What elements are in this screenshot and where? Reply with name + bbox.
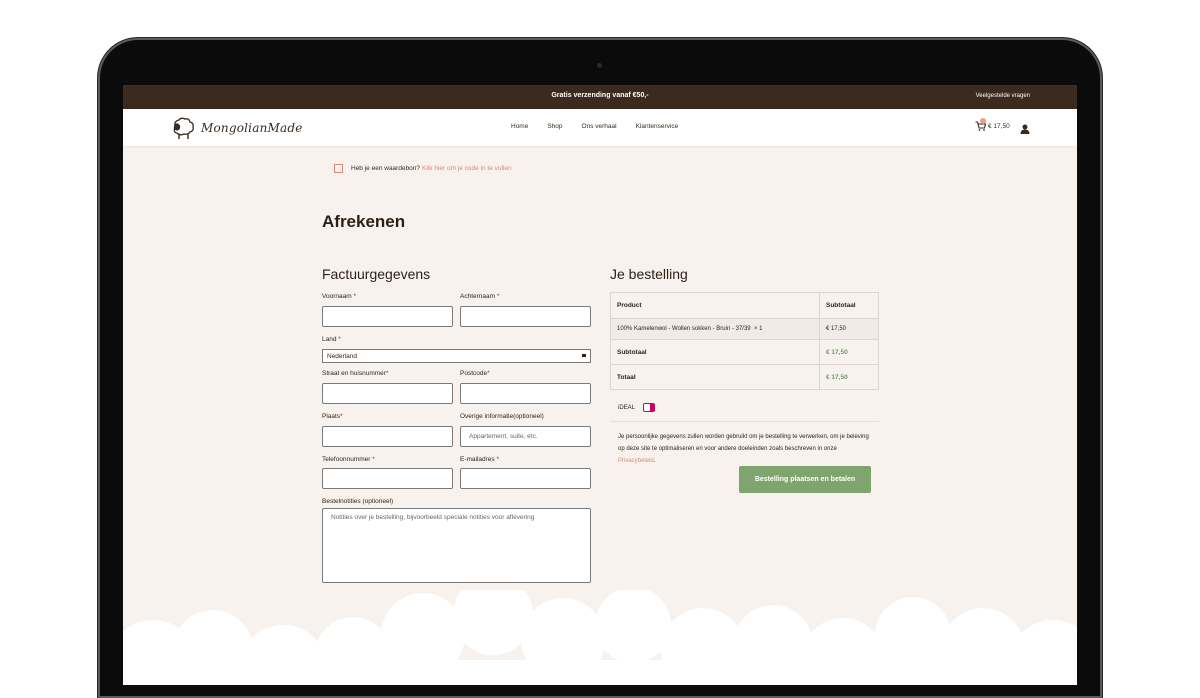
total-value: € 17,50 [819, 364, 879, 390]
col-product: Product [610, 292, 820, 319]
required-mark: * [372, 456, 375, 463]
privacy-notice: Je persoonlijke gegevens zullen worden g… [618, 431, 874, 467]
country-value: Nederland [327, 353, 357, 360]
required-mark: * [353, 293, 356, 300]
payment-method-label: iDEAL [618, 404, 636, 411]
first-name-label-text: Voornaam [322, 293, 352, 300]
cart-button[interactable]: € 17,50 [975, 118, 1010, 131]
coupon-notice: Heb je een waardebon? Klik hier om je co… [334, 164, 512, 173]
required-mark: * [385, 370, 389, 377]
nav-shop[interactable]: Shop [547, 123, 562, 130]
order-heading: Je bestelling [610, 266, 688, 282]
email-label: E-mailadres * [460, 456, 499, 463]
site-header: MongolianMade Home Shop Ons verhaal Klan… [123, 109, 1077, 146]
table-row: Subtotaal € 17,50 [610, 339, 879, 365]
user-icon [1020, 124, 1030, 134]
order-table: Product Subtotaal 100% Kamelenwol - Woll… [610, 292, 879, 390]
main-nav: Home Shop Ons verhaal Klantenservice [511, 123, 678, 130]
account-button[interactable] [1020, 121, 1030, 139]
place-order-button[interactable]: Bestelling plaatsen en betalen [739, 466, 871, 493]
email-input[interactable] [460, 468, 591, 489]
privacy-text: Je persoonlijke gegevens zullen worden g… [618, 434, 869, 452]
notes-label: Bestelnotities (optioneel) [322, 498, 394, 505]
order-item: 100% Kamelenwol - Wollen sokken - Bruin … [610, 318, 820, 340]
required-mark: * [496, 456, 500, 463]
faq-link[interactable]: Veelgestelde vragen [976, 93, 1030, 99]
total-label: Totaal [610, 364, 820, 390]
required-mark: * [340, 413, 343, 420]
webcam [597, 63, 602, 68]
coupon-text: Heb je een waardebon? [351, 165, 421, 172]
promo-bar: Gratis verzending vanaf €50,- Veelgestel… [123, 85, 1077, 109]
phone-label-text: Telefoonnummer [322, 456, 371, 463]
postcode-input[interactable] [460, 383, 591, 404]
required-mark: * [338, 336, 341, 343]
logo-text: MongolianMade [201, 121, 303, 135]
required-mark: * [487, 370, 490, 377]
postcode-label-text: Postcode [460, 370, 488, 377]
street-label: Straat en huisnummer* [322, 370, 388, 377]
nav-home[interactable]: Home [511, 123, 528, 130]
logo[interactable]: MongolianMade [170, 116, 303, 140]
item-price: € 17,50 [819, 318, 879, 340]
country-select[interactable]: Nederland [322, 349, 591, 363]
ideal-icon [643, 403, 656, 412]
required-mark: * [496, 293, 500, 300]
table-row: 100% Kamelenwol - Wollen sokken - Bruin … [610, 318, 879, 340]
city-label-text: Plaats [322, 413, 341, 420]
promo-text: Gratis verzending vanaf €50,- [551, 92, 649, 99]
cart-count-badge [980, 118, 986, 124]
coupon-link[interactable]: Klik hier om je code in te vullen [422, 165, 512, 172]
phone-label: Telefoonnummer * [322, 456, 375, 463]
street-label-text: Straat en huisnummer [322, 370, 386, 377]
page-title: Afrekenen [322, 212, 406, 231]
postcode-label: Postcode* [460, 370, 490, 377]
table-row: Totaal € 17,50 [610, 364, 879, 390]
country-label: Land * [322, 336, 341, 343]
subtotal-label: Subtotaal [610, 339, 820, 365]
dropdown-arrow-icon [582, 354, 586, 357]
cart-total: € 17,50 [988, 122, 1010, 130]
privacy-link[interactable]: Privacybeleid [618, 458, 654, 464]
first-name-label: Voornaam * [322, 293, 356, 300]
phone-input[interactable] [322, 468, 453, 489]
country-label-text: Land [322, 336, 337, 343]
sheep-icon [173, 117, 194, 139]
calendar-icon [334, 164, 343, 173]
privacy-end: . [653, 458, 656, 464]
other-info-label: Overige informatie(optioneel) [460, 413, 544, 420]
email-label-text: E-mailadres [460, 456, 495, 463]
last-name-label-text: Achternaam [460, 293, 496, 300]
order-notes-textarea[interactable]: Notities over je bestelling, bijvoorbeel… [322, 508, 591, 583]
browser-screen: Gratis verzending vanaf €50,- Veelgestel… [123, 85, 1077, 685]
other-info-input[interactable]: Appartement, suite, etc. [460, 426, 591, 447]
last-name-label: Achternaam * [460, 293, 499, 300]
city-label: Plaats* [322, 413, 343, 420]
billing-heading: Factuurgegevens [322, 266, 431, 282]
city-input[interactable] [322, 426, 453, 447]
payment-method[interactable]: iDEAL [618, 403, 656, 412]
nav-ons-verhaal[interactable]: Ons verhaal [582, 123, 617, 130]
col-subtotal: Subtotaal [819, 292, 879, 319]
first-name-input[interactable] [322, 306, 453, 327]
last-name-input[interactable] [460, 306, 591, 327]
item-qty: × 1 [753, 326, 763, 332]
street-input[interactable] [322, 383, 453, 404]
nav-klantenservice[interactable]: Klantenservice [636, 123, 679, 130]
divider [610, 421, 879, 422]
item-name: 100% Kamelenwol - Wollen sokken - Bruin … [617, 326, 751, 332]
subtotal-value: € 17,50 [819, 339, 879, 365]
clouds-decoration [123, 590, 1077, 685]
